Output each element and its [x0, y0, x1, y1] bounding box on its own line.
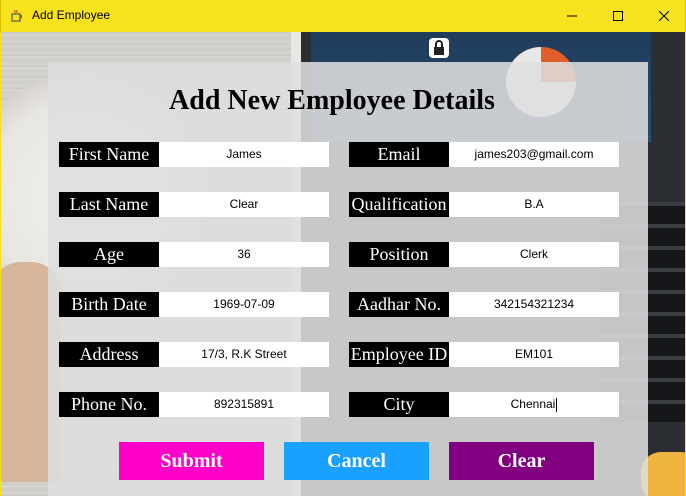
email-label: Email	[349, 142, 449, 167]
employee-id-field[interactable]: EM101	[449, 342, 619, 367]
last-name-label: Last Name	[59, 192, 159, 217]
employee-id-label: Employee ID	[349, 342, 449, 367]
form-panel	[48, 62, 648, 496]
age-label: Age	[59, 242, 159, 267]
address-label: Address	[59, 342, 159, 367]
qualification-field[interactable]: B.A	[449, 192, 619, 217]
birth-date-label: Birth Date	[59, 292, 159, 317]
title-bar: Add Employee	[0, 0, 686, 32]
first-name-label: First Name	[59, 142, 159, 167]
maximize-icon	[613, 11, 623, 21]
form-title: Add New Employee Details	[169, 85, 495, 116]
first-name-field[interactable]: James	[159, 142, 329, 167]
phone-field[interactable]: 892315891	[159, 392, 329, 417]
close-icon	[659, 11, 669, 21]
aadhar-label: Aadhar No.	[349, 292, 449, 317]
minimize-button[interactable]	[549, 0, 595, 32]
lock-icon	[429, 38, 449, 58]
qualification-label: Qualification	[349, 192, 449, 217]
last-name-field[interactable]: Clear	[159, 192, 329, 217]
phone-label: Phone No.	[59, 392, 159, 417]
position-field[interactable]: Clerk	[449, 242, 619, 267]
email-field[interactable]: james203@gmail.com	[449, 142, 619, 167]
position-label: Position	[349, 242, 449, 267]
submit-button[interactable]: Submit	[119, 442, 264, 480]
city-label: City	[349, 392, 449, 417]
clear-button[interactable]: Clear	[449, 442, 594, 480]
maximize-button[interactable]	[595, 0, 641, 32]
age-field[interactable]: 36	[159, 242, 329, 267]
close-button[interactable]	[641, 0, 686, 32]
aadhar-field[interactable]: 342154321234	[449, 292, 619, 317]
birth-date-field[interactable]: 1969-07-09	[159, 292, 329, 317]
address-field[interactable]: 17/3, R.K Street	[159, 342, 329, 367]
cancel-button[interactable]: Cancel	[284, 442, 429, 480]
java-coffee-icon	[11, 9, 23, 22]
window-title: Add Employee	[32, 8, 111, 22]
minimize-icon	[567, 15, 577, 17]
city-field[interactable]: Chennai	[449, 392, 619, 417]
